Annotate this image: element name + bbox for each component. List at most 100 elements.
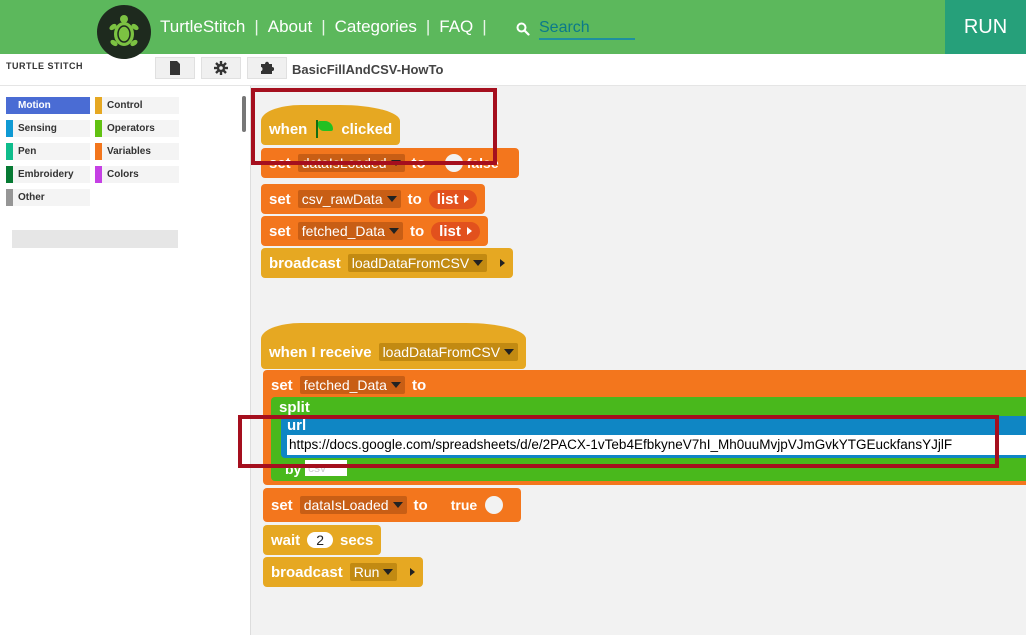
category-color-swatch (6, 120, 13, 137)
list-reporter[interactable]: list (431, 221, 480, 241)
chevron-down-icon (473, 260, 484, 266)
set-dataisloaded-false-block[interactable]: set dataIsLoaded to false (261, 148, 519, 178)
category-color-swatch (95, 97, 102, 114)
variable-dropdown[interactable]: dataIsLoaded (299, 496, 407, 514)
set-dataisloaded-true-block[interactable]: set dataIsLoaded to true (263, 488, 522, 522)
nav-categories-link[interactable]: Categories (335, 17, 417, 36)
message-dropdown[interactable]: loadDataFromCSV (378, 343, 519, 361)
palette-scrollbar[interactable] (242, 96, 246, 132)
block-keyword: url (287, 417, 307, 434)
toggle-knob (444, 154, 463, 172)
file-icon (170, 61, 180, 75)
variable-dropdown[interactable]: fetched_Data (299, 376, 405, 394)
site-name-link[interactable]: TurtleStitch (160, 17, 245, 36)
set-csv-rawdata-list-block[interactable]: set csv_rawData to list (261, 184, 486, 214)
block-keyword: clicked (341, 120, 393, 138)
turtlestitch-brand-logo[interactable]: TURTLE STITCH (6, 61, 83, 71)
chevron-right-icon[interactable] (464, 195, 470, 203)
variable-name: fetched_Data (303, 377, 387, 393)
block-keyword: set (269, 154, 291, 172)
boolean-false-toggle[interactable]: false (433, 152, 511, 174)
nav-separator: | (425, 17, 431, 36)
reporter-label: list (436, 190, 459, 208)
chevron-down-icon (504, 349, 515, 355)
message-dropdown[interactable]: loadDataFromCSV (347, 254, 488, 272)
wait-seconds-input[interactable]: 2 (307, 532, 333, 548)
search-icon[interactable] (516, 22, 530, 36)
block-keyword: to (411, 376, 427, 394)
list-reporter[interactable]: list (428, 189, 478, 209)
chevron-right-icon[interactable] (500, 259, 506, 267)
turtlestitch-logo[interactable] (97, 5, 151, 59)
block-keyword: when (269, 120, 308, 138)
category-pen[interactable]: Pen (6, 143, 90, 160)
variable-dropdown[interactable]: csv_rawData (297, 190, 401, 208)
category-color-swatch (6, 166, 13, 183)
category-color-swatch (6, 189, 13, 206)
boolean-true-toggle[interactable]: true (435, 494, 513, 516)
block-keyword: to (409, 222, 425, 240)
toggle-knob (485, 496, 504, 514)
message-name: loadDataFromCSV (382, 344, 501, 360)
category-label: Other (18, 192, 45, 203)
category-label: Pen (18, 146, 37, 157)
script-area[interactable]: when clicked set dataIsLoaded to false s… (250, 86, 1026, 635)
broadcast-loaddatafromcsv-block[interactable]: broadcast loadDataFromCSV (261, 248, 514, 278)
variable-name: dataIsLoaded (303, 497, 389, 513)
block-keyword: set (271, 376, 293, 394)
when-i-receive-hat-block[interactable]: when I receive loadDataFromCSV (261, 323, 527, 369)
chevron-down-icon (390, 160, 401, 166)
palette-placeholder-bar (12, 230, 178, 248)
category-control[interactable]: Control (95, 97, 179, 114)
boolean-label: true (450, 497, 478, 513)
settings-menu-button[interactable] (201, 57, 241, 79)
message-name: Run (353, 564, 380, 580)
chevron-down-icon (390, 382, 401, 388)
nav-faq-link[interactable]: FAQ (439, 17, 473, 36)
url-input-field[interactable]: https://docs.google.com/spreadsheets/d/e… (287, 435, 1026, 455)
reporter-label: list (439, 222, 461, 240)
variable-dropdown[interactable]: fetched_Data (297, 222, 403, 240)
search-input[interactable] (539, 18, 635, 40)
top-nav: TurtleStitch | About | Categories | FAQ | (160, 17, 496, 37)
file-menu-button[interactable] (155, 57, 195, 79)
category-motion[interactable]: Motion (6, 97, 90, 114)
editor-toolbar: TURTLE STITCH BasicFillAndCSV-HowTo (0, 54, 1026, 86)
category-other[interactable]: Other (6, 189, 90, 206)
variable-dropdown[interactable]: dataIsLoaded (297, 154, 405, 172)
category-colors[interactable]: Colors (95, 166, 179, 183)
chevron-down-icon (386, 196, 397, 202)
message-dropdown[interactable]: Run (349, 563, 398, 581)
block-keyword: wait (271, 531, 301, 549)
block-keyword: by (285, 461, 302, 477)
variable-name: fetched_Data (301, 223, 385, 239)
run-button[interactable]: RUN (945, 0, 1026, 54)
when-flag-clicked-hat-block[interactable]: when clicked (261, 105, 401, 145)
top-navbar: TurtleStitch | About | Categories | FAQ | RUN (0, 0, 1026, 54)
category-variables[interactable]: Variables (95, 143, 179, 160)
category-color-swatch (95, 143, 102, 160)
split-by-dropdown[interactable]: csv (305, 460, 347, 476)
chevron-down-icon (392, 502, 403, 508)
category-sensing[interactable]: Sensing (6, 120, 90, 137)
category-label: Control (107, 100, 143, 111)
libraries-menu-button[interactable] (247, 57, 287, 79)
block-keyword: set (269, 190, 291, 208)
block-keyword: to (411, 154, 426, 172)
broadcast-run-block[interactable]: broadcast Run (263, 557, 424, 587)
category-operators[interactable]: Operators (95, 120, 179, 137)
block-palette: Motion Control Sensing Operators Pen Var… (0, 86, 250, 635)
set-fetched-data-list-block[interactable]: set fetched_Data to list (261, 216, 488, 246)
wait-secs-block[interactable]: wait 2 secs (263, 525, 382, 555)
category-label: Sensing (18, 123, 57, 134)
nav-separator: | (482, 17, 487, 36)
block-keyword: split (279, 399, 310, 416)
variable-name: csv_rawData (301, 191, 383, 207)
category-embroidery[interactable]: Embroidery (6, 166, 90, 183)
gear-icon (214, 61, 228, 75)
chevron-right-icon[interactable] (466, 227, 472, 235)
search-box (516, 17, 635, 41)
chevron-right-icon[interactable] (410, 568, 416, 576)
nav-separator: | (254, 17, 259, 36)
nav-about-link[interactable]: About (268, 17, 312, 36)
